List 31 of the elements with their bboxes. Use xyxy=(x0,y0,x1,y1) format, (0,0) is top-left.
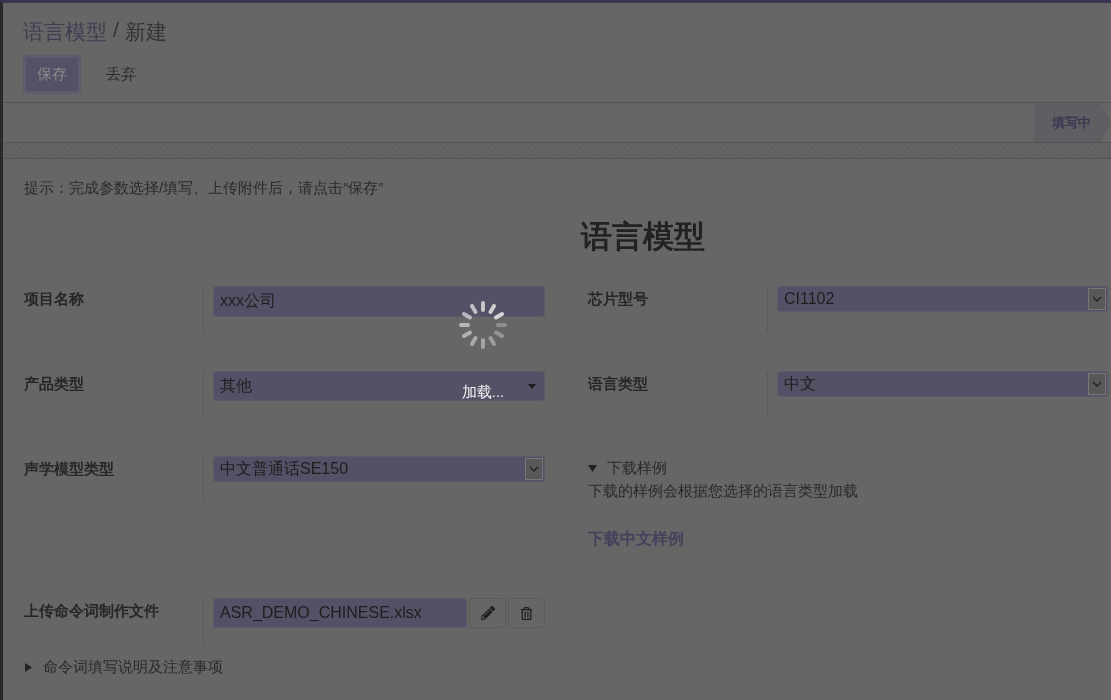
field-label: 芯片型号 xyxy=(588,289,649,309)
spinner-icon xyxy=(457,299,509,351)
collapsible-header[interactable]: 命令词填写说明及注意事项 xyxy=(24,658,1111,677)
file-name-field[interactable]: ASR_DEMO_CHINESE.xlsx xyxy=(213,598,467,628)
field-label: 语言类型 xyxy=(588,374,649,394)
input-field[interactable]: xxx公司 xyxy=(213,286,545,317)
save-button[interactable]: 保存 xyxy=(23,55,81,94)
select-field[interactable]: 中文普通话SE150 xyxy=(213,456,545,482)
section-title: 下载样例 xyxy=(607,459,667,478)
chevron-down-icon xyxy=(1088,288,1106,310)
breadcrumb-separator: / xyxy=(113,18,119,43)
chevron-down-icon xyxy=(525,458,543,480)
chevron-down-icon xyxy=(1088,373,1106,395)
field-label: 声学模型类型 xyxy=(24,459,115,479)
hint-text: 提示：完成参数选择/填写、上传附件后，请点击“保存” xyxy=(24,179,385,198)
collapsible-header[interactable]: 下载样例 xyxy=(588,459,1111,478)
section-title: 命令词填写说明及注意事项 xyxy=(43,658,223,677)
field-label: 产品类型 xyxy=(24,374,85,394)
field-label: 项目名称 xyxy=(24,289,85,309)
pencil-icon xyxy=(480,606,495,620)
loading-text: 加载... xyxy=(461,383,505,402)
select-field[interactable]: CI1102 xyxy=(777,286,1108,312)
field-label: 上传命令词制作文件 xyxy=(24,601,160,621)
section-description: 下载的样例会根据您选择的语言类型加载 xyxy=(588,482,859,501)
form-title: 语言模型 xyxy=(579,218,706,256)
select-field[interactable]: 中文 xyxy=(777,371,1108,397)
caret-icon xyxy=(528,383,536,389)
delete-button[interactable] xyxy=(508,598,545,628)
edit-button[interactable] xyxy=(469,598,506,628)
trash-icon xyxy=(520,606,533,620)
discard-button[interactable]: 丢弃 xyxy=(95,58,147,91)
